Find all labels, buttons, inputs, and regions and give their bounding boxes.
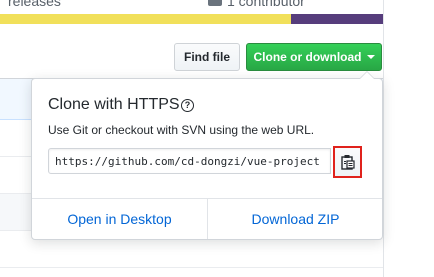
clone-popover: Clone with HTTPS ? Use Git or checkout w… [31, 71, 383, 240]
find-file-label: Find file [184, 50, 230, 64]
clone-or-download-button[interactable]: Clone or download [246, 43, 382, 71]
language-segment[interactable] [291, 14, 383, 24]
caret-down-icon [366, 55, 375, 59]
open-in-desktop-link[interactable]: Open in Desktop [32, 199, 207, 239]
clone-title: Clone with HTTPS [48, 96, 180, 113]
language-bar[interactable] [0, 14, 383, 24]
clone-description: Use Git or checkout with SVN using the w… [48, 123, 315, 137]
find-file-button[interactable]: Find file [174, 43, 240, 71]
popover-arrow-inner [360, 72, 374, 79]
download-zip-link[interactable]: Download ZIP [208, 199, 383, 239]
language-segment[interactable] [0, 14, 292, 24]
copy-url-button[interactable] [333, 146, 362, 178]
clipboard-icon [340, 155, 355, 170]
contributors-link[interactable]: 1 contributor [227, 0, 305, 9]
clone-label: Clone or download [253, 50, 362, 64]
people-icon [208, 0, 222, 6]
clone-url-input[interactable] [48, 148, 331, 174]
content-border [383, 0, 384, 277]
repo-stats-bar: releases 1 contributor [0, 0, 383, 14]
question-icon[interactable]: ? [181, 99, 194, 112]
right-gutter [383, 0, 434, 277]
releases-link[interactable]: releases [8, 0, 61, 9]
